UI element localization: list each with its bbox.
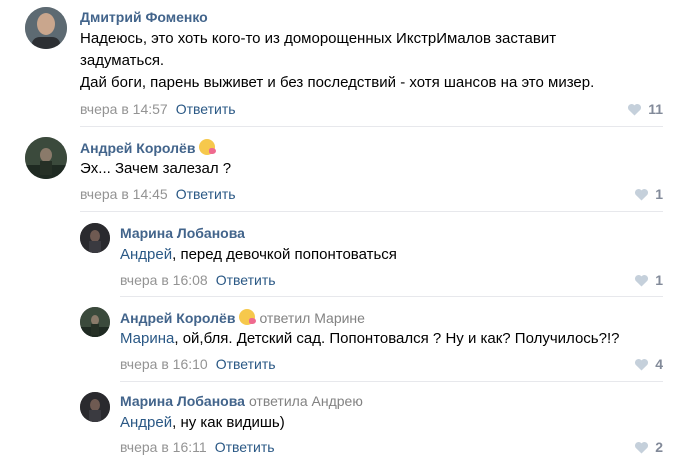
tongue-emoji-icon [239, 309, 257, 325]
person-photo-icon [25, 7, 67, 49]
comment-author[interactable]: Марина Лобанова ответила Андрею [120, 393, 363, 409]
divider [80, 211, 663, 212]
reply-button[interactable]: Ответить [216, 272, 276, 288]
comment-time[interactable]: вчера в 16:08 [120, 272, 208, 288]
heart-icon [635, 188, 649, 201]
comment-author[interactable]: Андрей Королёв [80, 139, 217, 156]
avatar[interactable] [80, 307, 110, 337]
mention-link[interactable]: Андрей [120, 246, 172, 263]
comment-author[interactable]: Андрей Королёв ответил Марине [120, 309, 365, 326]
person-photo-icon [80, 392, 110, 422]
person-photo-icon [80, 223, 110, 253]
like-button[interactable]: 1 [634, 272, 663, 288]
mention-link[interactable]: Марина [120, 330, 174, 347]
comment-meta: вчера в 16:10 Ответить [120, 356, 276, 372]
replied-to[interactable]: ответила Андрею [249, 393, 363, 409]
reply-button[interactable]: Ответить [176, 101, 236, 117]
like-count: 11 [648, 101, 663, 117]
comment-author[interactable]: Марина Лобанова [120, 225, 245, 241]
comment-text: Андрей, ну как видишь) [120, 414, 285, 431]
divider [80, 126, 663, 127]
comment-meta: вчера в 14:57 Ответить [80, 101, 236, 117]
like-count: 4 [655, 356, 663, 372]
heart-icon [628, 103, 642, 116]
mention-link[interactable]: Андрей [120, 414, 172, 431]
like-count: 2 [655, 439, 663, 455]
person-photo-icon [25, 137, 67, 179]
comment-text-line: Дай боги, парень выживет и без последств… [80, 74, 595, 91]
tongue-emoji-icon [199, 139, 217, 155]
reply-button[interactable]: Ответить [176, 186, 236, 202]
avatar[interactable] [25, 137, 67, 179]
comment-time[interactable]: вчера в 16:10 [120, 356, 208, 372]
like-button[interactable]: 4 [634, 356, 663, 372]
like-button[interactable]: 11 [627, 101, 663, 117]
comment-text-line: Надеюсь, это хоть кого-то из доморощенны… [80, 30, 557, 47]
like-count: 1 [655, 272, 663, 288]
person-photo-icon [80, 307, 110, 337]
like-button[interactable]: 1 [634, 186, 663, 202]
like-count: 1 [655, 186, 663, 202]
divider [120, 296, 663, 297]
comment-author[interactable]: Дмитрий Фоменко [80, 9, 208, 25]
comment-time[interactable]: вчера в 16:11 [120, 439, 207, 455]
heart-icon [635, 358, 649, 371]
comment-text: Андрей, перед девочкой попонтоваться [120, 246, 397, 263]
heart-icon [635, 441, 649, 454]
like-button[interactable]: 2 [634, 439, 663, 455]
comment-text: Эх... Зачем залезал ? [80, 160, 232, 177]
comment-meta: вчера в 16:08 Ответить [120, 272, 276, 288]
comment-text: Марина, ой,бля. Детский сад. Попонтовалс… [120, 330, 620, 347]
comment-text-line: задуматься. [80, 52, 165, 69]
comment-time[interactable]: вчера в 14:45 [80, 186, 168, 202]
comment-meta: вчера в 14:45 Ответить [80, 186, 236, 202]
replied-to[interactable]: ответил Марине [259, 310, 365, 326]
divider [120, 381, 663, 382]
reply-button[interactable]: Ответить [215, 439, 275, 455]
reply-button[interactable]: Ответить [216, 356, 276, 372]
comment-time[interactable]: вчера в 14:57 [80, 101, 168, 117]
avatar[interactable] [80, 223, 110, 253]
heart-icon [635, 274, 649, 287]
avatar[interactable] [80, 392, 110, 422]
comment-meta: вчера в 16:11 Ответить [120, 439, 275, 455]
avatar[interactable] [25, 7, 67, 49]
